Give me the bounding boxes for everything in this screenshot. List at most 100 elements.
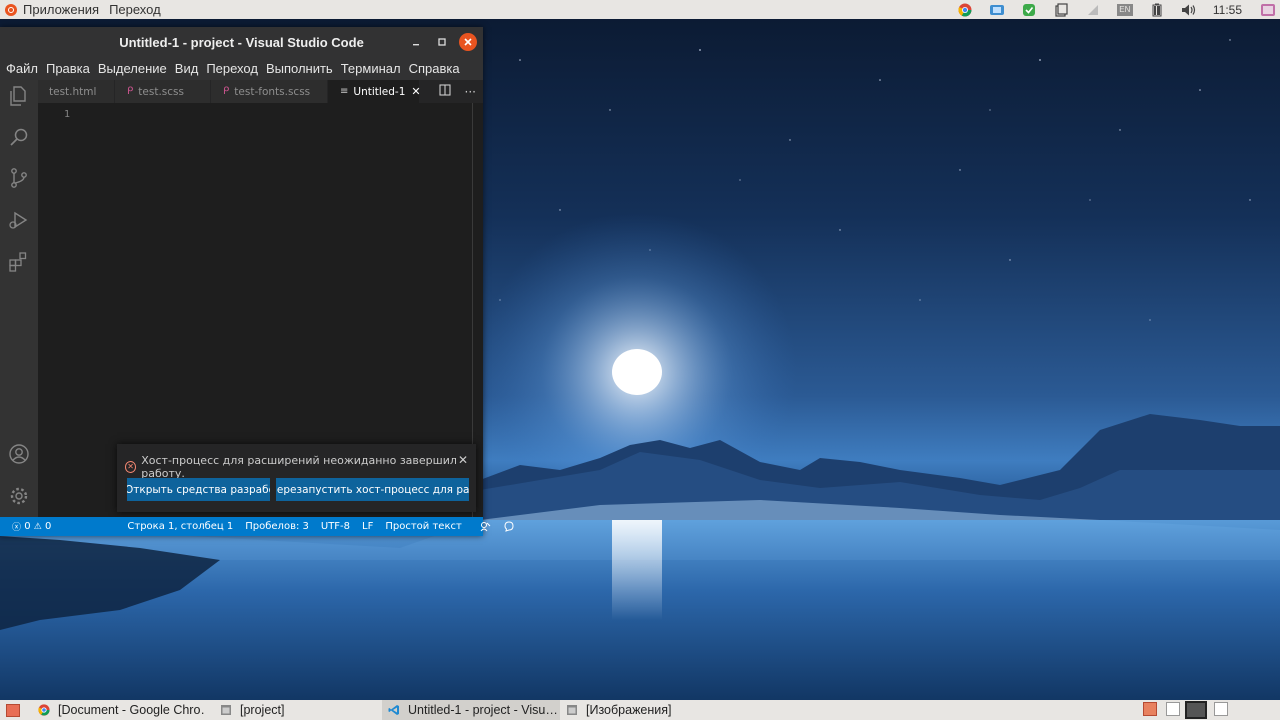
tab-label: test-fonts.scss <box>234 85 311 98</box>
close-button[interactable] <box>459 33 477 51</box>
chrome-icon[interactable] <box>957 3 973 17</box>
tab-label: test.html <box>49 85 97 98</box>
notification-message: ✕ Хост-процесс для расширений неожиданно… <box>125 454 476 480</box>
workspace-2[interactable] <box>1166 702 1180 716</box>
places-menu-label: Переход <box>109 2 161 17</box>
split-editor-icon[interactable] <box>432 84 458 99</box>
network-icon[interactable] <box>1085 3 1101 17</box>
editor-tabs: test.html ᑭ test.scss ᑭ test-fonts.scss … <box>38 80 483 103</box>
settings-gear-icon[interactable] <box>7 484 31 508</box>
editor-actions: ··· <box>432 80 483 103</box>
menu-go[interactable]: Переход <box>202 61 262 76</box>
menu-terminal[interactable]: Терминал <box>337 61 405 76</box>
warning-count: 0 <box>45 521 52 532</box>
window-titlebar[interactable]: Untitled-1 - project - Visual Studio Cod… <box>0 27 483 57</box>
keyboard-layout-icon[interactable]: EN <box>1116 3 1133 16</box>
taskbar: [Document - Google Chro… [project] Untit… <box>0 700 1280 720</box>
scss-icon: ᑭ <box>127 86 134 97</box>
chrome-icon <box>38 704 50 716</box>
menu-selection[interactable]: Выделение <box>94 61 171 76</box>
battery-icon[interactable] <box>1149 3 1165 17</box>
error-notification: ✕ Хост-процесс для расширений неожиданно… <box>117 444 476 512</box>
end-of-line[interactable]: LF <box>356 521 379 532</box>
warning-icon: ⚠ <box>33 521 42 532</box>
more-actions-icon[interactable]: ··· <box>458 85 483 99</box>
places-menu-button[interactable]: Переход <box>104 0 166 19</box>
scss-icon: ᑭ <box>223 86 230 97</box>
tab-test-fonts-scss[interactable]: ᑭ test-fonts.scss <box>211 80 328 103</box>
top-panel: Приложения Переход EN 11:55 <box>0 0 1280 19</box>
apps-menu-label: Приложения <box>23 2 100 17</box>
feedback-icon[interactable] <box>474 521 497 532</box>
tab-test-scss[interactable]: ᑭ test.scss <box>115 80 211 103</box>
vscode-window: Untitled-1 - project - Visual Studio Cod… <box>0 27 514 536</box>
clipboard-icon[interactable] <box>1053 2 1069 17</box>
account-icon[interactable] <box>7 442 31 466</box>
open-devtools-button[interactable]: Открыть средства разработчика <box>127 478 270 501</box>
error-count-icon: ⓧ <box>12 523 22 533</box>
source-control-icon[interactable] <box>7 166 31 190</box>
workspace-1[interactable] <box>1143 702 1157 716</box>
explorer-icon[interactable] <box>7 84 31 108</box>
apps-menu-button[interactable]: Приложения <box>0 0 104 19</box>
menu-view[interactable]: Вид <box>171 61 203 76</box>
problems-indicator[interactable]: ⓧ 0 ⚠ 0 <box>0 520 57 533</box>
show-desktop-button[interactable] <box>6 703 20 717</box>
menu-run[interactable]: Выполнить <box>262 61 337 76</box>
maximize-button[interactable] <box>433 33 451 51</box>
window-title: Untitled-1 - project - Visual Studio Cod… <box>119 34 364 50</box>
language-mode[interactable]: Простой текст <box>379 521 467 532</box>
tab-test-html[interactable]: test.html <box>38 80 115 103</box>
task-label: Untitled-1 - project - Visu… <box>408 703 558 717</box>
menu-edit[interactable]: Правка <box>42 61 94 76</box>
maximize-icon <box>438 38 446 46</box>
task-label: [Изображения] <box>586 703 672 717</box>
close-icon <box>464 38 472 46</box>
line-number: 1 <box>63 109 70 120</box>
tab-untitled-1[interactable]: ≡ Untitled-1 ✕ <box>328 80 421 103</box>
user-switch-icon[interactable] <box>1260 3 1276 17</box>
minimize-button[interactable] <box>407 33 425 51</box>
indentation[interactable]: Пробелов: 3 <box>239 521 315 532</box>
notification-close-icon[interactable]: ✕ <box>458 453 468 467</box>
minimize-icon <box>413 44 419 46</box>
restart-extension-host-button[interactable]: Перезапустить хост-процесс для расширени… <box>276 478 469 501</box>
task-project[interactable]: [project] <box>206 700 382 720</box>
error-icon: ✕ <box>125 461 137 473</box>
window-icon <box>221 705 231 715</box>
encoding[interactable]: UTF-8 <box>315 521 356 532</box>
cursor-position[interactable]: Строка 1, столбец 1 <box>121 521 239 532</box>
clock[interactable]: 11:55 <box>1213 3 1242 17</box>
menu-help[interactable]: Справка <box>405 61 464 76</box>
error-count: 0 <box>24 521 31 532</box>
task-label: [Document - Google Chro… <box>58 703 206 717</box>
activity-bar <box>0 80 38 517</box>
status-bar: ⓧ 0 ⚠ 0 Строка 1, столбец 1 Пробелов: 3 … <box>0 517 514 536</box>
menubar: Файл Правка Выделение Вид Переход Выполн… <box>0 57 483 80</box>
tab-label: test.scss <box>138 85 184 98</box>
button-label: Открыть средства разработчика <box>127 483 270 496</box>
menu-file[interactable]: Файл <box>2 61 42 76</box>
run-debug-icon[interactable] <box>7 208 31 232</box>
extensions-icon[interactable] <box>7 250 31 274</box>
task-vscode[interactable]: Untitled-1 - project - Visu… <box>382 700 560 720</box>
workspace-4[interactable] <box>1214 702 1228 716</box>
window-icon <box>567 705 577 715</box>
vscode-icon <box>388 705 399 715</box>
workspace-3[interactable] <box>1185 701 1207 719</box>
tab-label: Untitled-1 <box>353 85 406 98</box>
task-label: [project] <box>240 703 285 717</box>
text-file-icon: ≡ <box>340 86 349 97</box>
search-icon[interactable] <box>7 125 31 149</box>
task-google-chrome[interactable]: [Document - Google Chro… <box>24 700 206 720</box>
ubuntu-logo-icon <box>5 3 17 16</box>
volume-icon[interactable] <box>1181 3 1197 17</box>
notifications-bell-icon[interactable] <box>497 521 520 532</box>
window-controls <box>399 33 477 51</box>
system-tray: EN 11:55 <box>949 0 1280 19</box>
tab-close-icon[interactable]: ✕ <box>411 85 420 98</box>
update-icon[interactable] <box>1021 3 1037 17</box>
task-images[interactable]: [Изображения] <box>560 700 742 720</box>
screenshot-icon[interactable] <box>989 3 1005 17</box>
button-label: Перезапустить хост-процесс для расширени… <box>276 483 469 496</box>
